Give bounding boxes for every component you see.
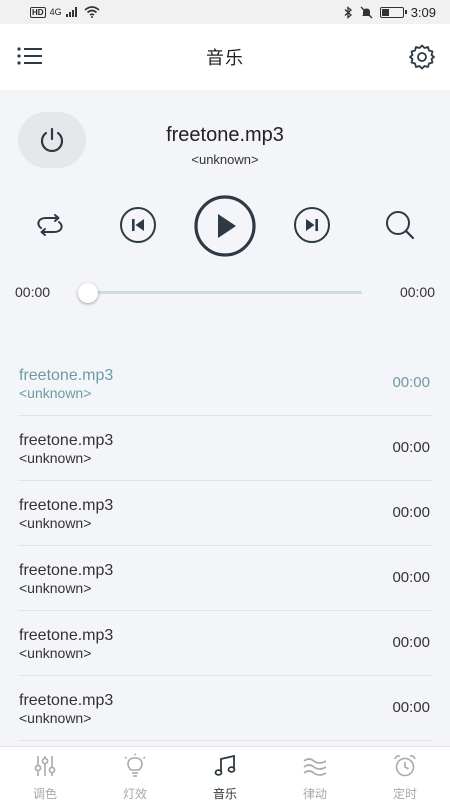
progress-track[interactable] (86, 291, 362, 294)
song-list-item[interactable]: freetone.mp3 <unknown> 00:00 (18, 416, 432, 481)
wifi-icon (84, 6, 100, 18)
song-list-item[interactable]: freetone.mp3 <unknown> 00:00 (18, 611, 432, 676)
tab-label: 调色 (32, 787, 57, 800)
page-title: 音乐 (206, 48, 244, 69)
now-playing-artist: <unknown> (191, 152, 259, 167)
next-button[interactable] (292, 205, 332, 245)
song-title: freetone.mp3 (19, 627, 114, 644)
app-header: 音乐 (0, 24, 450, 90)
bottom-tab-bar: 调色 灯效 音乐 律动 定时 (0, 746, 450, 800)
sliders-icon (32, 753, 58, 784)
player-panel: freetone.mp3 <unknown> 00:00 00:00 (0, 90, 450, 340)
song-list-item[interactable]: freetone.mp3 <unknown> 00:00 (18, 546, 432, 611)
search-icon (386, 211, 415, 240)
clock: 3:09 (410, 4, 436, 20)
previous-button[interactable] (118, 205, 158, 245)
mute-bell-icon (360, 6, 373, 18)
duration-time: 00:00 (399, 284, 435, 300)
song-list: freetone.mp3 <unknown> 00:00 freetone.mp3 <u… (0, 351, 450, 746)
skip-next-icon (294, 207, 330, 243)
playlist-menu-icon[interactable] (16, 44, 44, 68)
song-list-item[interactable]: freetone.mp3 <unknown> 00:00 (18, 676, 432, 741)
song-duration: 00:00 (392, 504, 430, 521)
song-title: freetone.mp3 (19, 432, 114, 449)
tab-wave[interactable]: 律动 (270, 747, 360, 800)
song-title: freetone.mp3 (19, 497, 114, 514)
song-title: freetone.mp3 (19, 692, 114, 709)
seek-slider-thumb[interactable] (78, 283, 98, 303)
network-indicators: HD 4G (30, 6, 100, 18)
song-artist: <unknown> (19, 580, 92, 596)
elapsed-time: 00:00 (15, 284, 51, 300)
alarm-clock-icon (392, 753, 418, 784)
song-list-item[interactable]: freetone.mp3 <unknown> 00:00 (18, 481, 432, 546)
tab-bulb[interactable]: 灯效 (90, 747, 180, 800)
settings-gear-icon[interactable] (408, 43, 436, 71)
song-artist: <unknown> (19, 515, 92, 531)
tab-label: 音乐 (212, 787, 237, 800)
now-playing-title: freetone.mp3 (166, 124, 284, 146)
bulb-icon (122, 753, 148, 784)
song-duration: 00:00 (392, 699, 430, 716)
signal-icon (65, 7, 77, 17)
song-artist: <unknown> (19, 710, 92, 726)
music-note-icon (212, 753, 238, 784)
tab-label: 定时 (392, 787, 417, 800)
song-list-item[interactable]: freetone.mp3 <unknown> 00:00 (18, 351, 432, 416)
song-title: freetone.mp3 (19, 367, 114, 384)
song-title: freetone.mp3 (19, 562, 114, 579)
status-right: 3:09 (344, 5, 436, 20)
wave-icon (302, 753, 328, 784)
tab-alarm-clock[interactable]: 定时 (360, 747, 450, 800)
song-duration: 00:00 (392, 634, 430, 651)
song-duration: 00:00 (392, 569, 430, 586)
song-duration: 00:00 (392, 439, 430, 456)
play-icon (194, 195, 256, 257)
play-button[interactable] (193, 194, 257, 258)
song-artist: <unknown> (19, 450, 92, 466)
tab-label: 灯效 (122, 787, 147, 800)
progress-row: 00:00 00:00 (0, 282, 450, 304)
status-bar: HD 4G 3:09 (0, 0, 450, 24)
tab-sliders[interactable]: 调色 (0, 747, 90, 800)
repeat-button[interactable] (30, 207, 70, 243)
network-type: 4G (49, 7, 62, 17)
bluetooth-icon (344, 5, 352, 19)
tab-music-note[interactable]: 音乐 (180, 747, 270, 800)
battery-icon (379, 6, 407, 18)
hd-badge: HD (30, 6, 46, 18)
repeat-icon (37, 214, 63, 236)
song-artist: <unknown> (19, 385, 92, 401)
skip-previous-icon (120, 207, 156, 243)
playback-controls (0, 194, 450, 258)
song-duration: 00:00 (392, 374, 430, 391)
song-artist: <unknown> (19, 645, 92, 661)
search-button[interactable] (380, 205, 420, 245)
tab-label: 律动 (302, 787, 327, 800)
